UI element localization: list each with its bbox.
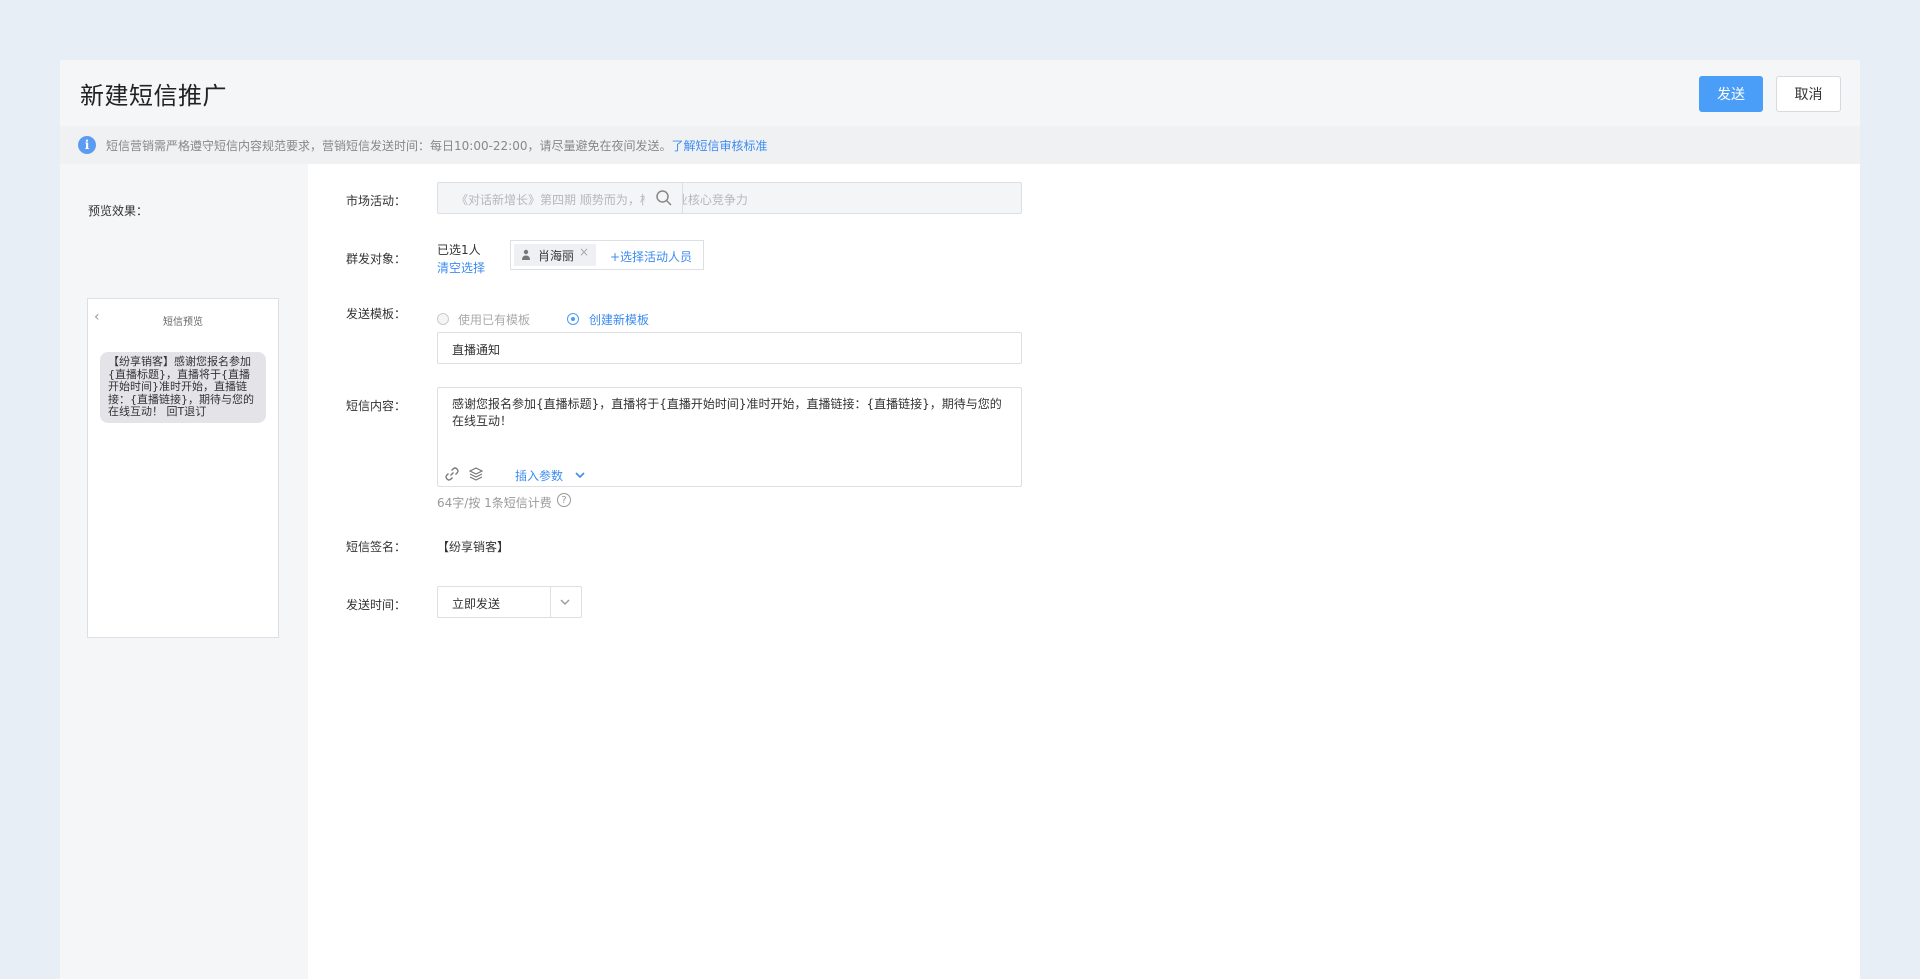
cancel-button[interactable]: 取消 <box>1776 76 1841 112</box>
existing-template-label[interactable]: 使用已有模板 <box>458 311 530 328</box>
radio-existing-template[interactable] <box>437 313 449 325</box>
insert-param-button[interactable]: 插入参数 <box>515 467 563 484</box>
recipient-name: 肖海丽 <box>538 248 575 263</box>
send-time-label: 发送时间： <box>346 598 407 612</box>
preview-label: 预览效果： <box>88 204 149 218</box>
person-icon <box>522 249 530 260</box>
campaign-card: 新建短信推广 发送 取消 i 短信营销需严格遵守短信内容规范要求，营销短信发送时… <box>60 60 1860 979</box>
sms-content-textarea[interactable]: 感谢您报名参加{直播标题}，直播将于{直播开始时间}准时开始，直播链接：{直播链… <box>437 387 1022 487</box>
phone-title: 短信预览 <box>163 317 203 328</box>
help-icon[interactable]: ? <box>557 493 571 507</box>
content-label: 短信内容： <box>346 399 407 413</box>
chevron-down-icon <box>560 599 570 605</box>
phone-preview: ‹ 短信预览 【纷享销客】感谢您报名参加{直播标题}，直播将于{直播开始时间}准… <box>87 298 279 638</box>
signature-value: 【纷享销客】 <box>437 540 510 554</box>
send-time-value: 立即发送 <box>452 597 501 611</box>
selected-count: 已选1人 <box>437 243 481 257</box>
template-label: 发送模板： <box>346 307 407 321</box>
notice-bar: i 短信营销需严格遵守短信内容规范要求，营销短信发送时间：每日10:00-22:… <box>60 126 1860 164</box>
char-count: 64字/按 1条短信计费 <box>437 496 552 510</box>
remove-tag-icon[interactable]: × <box>579 245 589 259</box>
new-template-label[interactable]: 创建新模板 <box>589 311 649 328</box>
sms-content-text: 感谢您报名参加{直播标题}，直播将于{直播开始时间}准时开始，直播链接：{直播链… <box>452 397 1002 428</box>
recipient-tag-box: 肖海丽 × +选择活动人员 <box>510 240 704 270</box>
radio-new-template[interactable] <box>567 313 579 325</box>
template-name-value: 直播通知 <box>452 343 501 357</box>
review-standard-link[interactable]: 了解短信审核标准 <box>672 137 768 154</box>
message-bubble: 【纷享销客】感谢您报名参加{直播标题}，直播将于{直播开始时间}准时开始，直播链… <box>100 352 266 423</box>
signature-label: 短信签名： <box>346 540 407 554</box>
search-icon <box>655 190 672 206</box>
layers-icon[interactable] <box>468 466 484 482</box>
page-title: 新建短信推广 <box>80 82 227 110</box>
send-button[interactable]: 发送 <box>1699 76 1763 112</box>
search-button[interactable] <box>645 182 683 214</box>
market-activity-input[interactable]: 《对话新增长》第四期 顺势而为，构建企业核心竞争力 <box>437 182 1022 214</box>
info-icon: i <box>78 136 96 154</box>
page-header: 新建短信推广 发送 取消 <box>60 60 1860 126</box>
select-divider <box>550 587 551 617</box>
clear-selection-link[interactable]: 清空选择 <box>437 259 485 276</box>
preview-panel: 预览效果： ‹ 短信预览 【纷享销客】感谢您报名参加{直播标题}，直播将于{直播… <box>60 164 308 979</box>
link-icon[interactable] <box>444 466 460 482</box>
add-attendees-link[interactable]: +选择活动人员 <box>610 248 692 265</box>
market-label: 市场活动： <box>346 194 407 208</box>
target-label: 群发对象： <box>346 252 407 266</box>
market-placeholder: 《对话新增长》第四期 顺势而为，构建企业核心竞争力 <box>456 193 748 207</box>
send-time-select[interactable]: 立即发送 <box>437 586 582 618</box>
template-name-input[interactable]: 直播通知 <box>437 332 1022 364</box>
notice-text: 短信营销需严格遵守短信内容规范要求，营销短信发送时间：每日10:00-22:00… <box>106 138 672 153</box>
chevron-down-icon[interactable] <box>574 470 586 480</box>
